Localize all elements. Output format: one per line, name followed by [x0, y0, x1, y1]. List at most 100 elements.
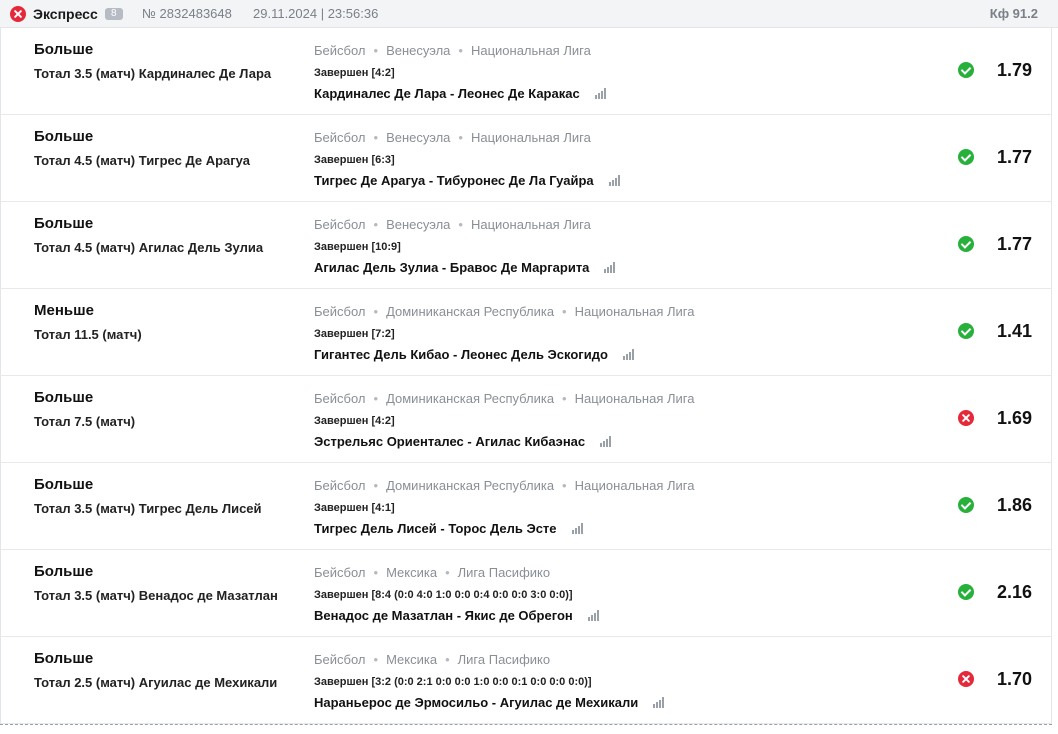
separator-dot: • [373, 652, 379, 667]
country-label: Доминиканская Республика [386, 391, 555, 406]
separator-dot: • [458, 217, 463, 232]
stats-icon[interactable] [571, 523, 583, 534]
sport-label: Бейсбол [314, 43, 366, 58]
bet-type: Больше [34, 389, 94, 406]
win-status-icon [958, 497, 974, 513]
sport-label: Бейсбол [314, 217, 366, 232]
match-name[interactable]: Венадос де Мазатлан - Якис де Обрегон [314, 608, 599, 623]
bet-odds: 1.69 [996, 408, 1032, 428]
bet-odds: 1.77 [996, 147, 1032, 167]
lose-status-icon [958, 671, 974, 687]
bet-row[interactable]: Больше Тотал 4.5 (матч) Тигрес Де Арагуа… [1, 115, 1051, 202]
win-status-icon [958, 236, 974, 252]
bet-odds: 1.41 [996, 321, 1032, 341]
bet-description: Тотал 3.5 (матч) Кардиналес Де Лара [34, 66, 272, 81]
match-name[interactable]: Гигантес Дель Кибао - Леонес Дель Эскоги… [314, 347, 634, 362]
event-breadcrumb: Бейсбол • Доминиканская Республика • Национа… [314, 478, 694, 493]
match-name[interactable]: Кардиналес Де Лара - Леонес Де Каракас [314, 86, 606, 101]
country-label: Венесуэла [386, 217, 451, 232]
sport-label: Бейсбол [314, 304, 366, 319]
stats-icon[interactable] [622, 349, 634, 360]
match-name[interactable]: Агилас Дель Зулиа - Бравос Де Маргарита [314, 260, 616, 275]
bet-row[interactable]: Меньше Тотал 11.5 (матч) Бейсбол • Доминик… [1, 289, 1051, 376]
separator-dot: • [458, 130, 463, 145]
stats-icon[interactable] [594, 88, 606, 99]
match-teams: Кардиналес Де Лара - Леонес Де Каракас [314, 86, 580, 101]
match-teams: Гигантес Дель Кибао - Леонес Дель Эскоги… [314, 347, 608, 362]
bet-row[interactable]: Больше Тотал 3.5 (матч) Кардиналес Де Ла… [1, 28, 1051, 115]
match-name[interactable]: Нараньерос де Эрмосильо - Агуилас де Мех… [314, 695, 665, 710]
league-label: Национальная Лига [470, 217, 591, 232]
bet-description: Тотал 4.5 (матч) Агилас Дель Зулиа [34, 240, 264, 255]
country-label: Мексика [386, 565, 438, 580]
league-label: Национальная Лига [574, 478, 695, 493]
stats-icon[interactable] [587, 610, 599, 621]
match-teams: Тигрес Дель Лисей - Торос Дель Эсте [314, 521, 557, 536]
bet-row[interactable]: Больше Тотал 4.5 (матч) Агилас Дель Зули… [1, 202, 1051, 289]
separator-dot: • [373, 565, 379, 580]
league-label: Национальная Лига [574, 391, 695, 406]
match-name[interactable]: Тигрес Дель Лисей - Торос Дель Эсте [314, 521, 583, 536]
country-label: Мексика [386, 652, 438, 667]
match-teams: Венадос де Мазатлан - Якис де Обрегон [314, 608, 573, 623]
event-breadcrumb: Бейсбол • Мексика • Лига Пасифико [314, 652, 550, 667]
bet-description: Тотал 2.5 (матч) Агуилас де Мехикали [34, 675, 278, 690]
lost-status-icon [10, 6, 26, 22]
event-breadcrumb: Бейсбол • Венесуэла • Национальная Лига [314, 130, 591, 145]
event-breadcrumb: Бейсбол • Венесуэла • Национальная Лига [314, 217, 591, 232]
event-status: Завершен [7:2] [314, 328, 395, 340]
bet-odds: 2.16 [996, 582, 1032, 602]
bet-row[interactable]: Больше Тотал 3.5 (матч) Венадос де Мазат… [1, 550, 1051, 637]
separator-dot: • [373, 130, 379, 145]
event-status: Завершен [4:1] [314, 502, 395, 514]
country-label: Венесуэла [386, 130, 451, 145]
event-status: Завершен [8:4 (0:0 4:0 1:0 0:0 0:4 0:0 0… [314, 589, 573, 601]
separator-dot: • [373, 478, 379, 493]
bet-odds: 1.86 [996, 495, 1032, 515]
bet-row[interactable]: Больше Тотал 7.5 (матч) Бейсбол • Доминика… [1, 376, 1051, 463]
bet-row[interactable]: Больше Тотал 2.5 (матч) Агуилас де Мехик… [1, 637, 1051, 724]
event-status: Завершен [4:2] [314, 67, 395, 79]
sport-label: Бейсбол [314, 565, 366, 580]
bet-type: Больше [34, 128, 94, 145]
event-breadcrumb: Бейсбол • Мексика • Лига Пасифико [314, 565, 550, 580]
league-label: Национальная Лига [470, 43, 591, 58]
separator-dot: • [562, 478, 567, 493]
match-name[interactable]: Тигрес Де Арагуа - Тибуронес Де Ла Гуайр… [314, 173, 620, 188]
bet-events-list: Больше Тотал 3.5 (матч) Кардиналес Де Ла… [0, 28, 1052, 725]
stats-icon[interactable] [608, 175, 620, 186]
separator-dot: • [458, 43, 463, 58]
match-teams: Агилас Дель Зулиа - Бравос Де Маргарита [314, 260, 590, 275]
event-status: Завершен [4:2] [314, 415, 395, 427]
separator-dot: • [562, 391, 567, 406]
bet-description: Тотал 4.5 (матч) Тигрес Де Арагуа [34, 153, 250, 168]
bet-row[interactable]: Больше Тотал 3.5 (матч) Тигрес Дель Лисе… [1, 463, 1051, 550]
win-status-icon [958, 323, 974, 339]
express-title: Экспресс [33, 6, 98, 22]
bet-type: Меньше [34, 302, 94, 319]
sport-label: Бейсбол [314, 478, 366, 493]
bet-description: Тотал 3.5 (матч) Тигрес Дель Лисей [34, 501, 262, 516]
separator-dot: • [373, 217, 379, 232]
total-coefficient: Кф 91.2 [989, 6, 1038, 21]
separator-dot: • [373, 43, 379, 58]
sport-label: Бейсбол [314, 391, 366, 406]
bet-type: Больше [34, 215, 94, 232]
bet-type: Больше [34, 41, 94, 58]
stats-icon[interactable] [653, 697, 665, 708]
country-label: Венесуэла [386, 43, 451, 58]
event-status: Завершен [10:9] [314, 241, 401, 253]
stats-icon[interactable] [600, 436, 612, 447]
match-teams: Нараньерос де Эрмосильо - Агуилас де Мех… [314, 695, 639, 710]
bet-description: Тотал 3.5 (матч) Венадос де Мазатлан [34, 588, 278, 603]
event-status: Завершен [6:3] [314, 154, 395, 166]
sport-label: Бейсбол [314, 130, 366, 145]
bet-number: № 2832483648 [142, 6, 232, 21]
stats-icon[interactable] [604, 262, 616, 273]
lose-status-icon [958, 410, 974, 426]
win-status-icon [958, 584, 974, 600]
event-breadcrumb: Бейсбол • Доминиканская Республика • Национа… [314, 391, 694, 406]
express-header[interactable]: Экспресс 8 № 2832483648 29.11.2024 | 23:… [0, 0, 1058, 28]
event-status: Завершен [3:2 (0:0 2:1 0:0 0:0 1:0 0:0 0… [314, 676, 592, 688]
match-name[interactable]: Эстрельяс Ориенталес - Агилас Кибаэнас [314, 434, 612, 449]
